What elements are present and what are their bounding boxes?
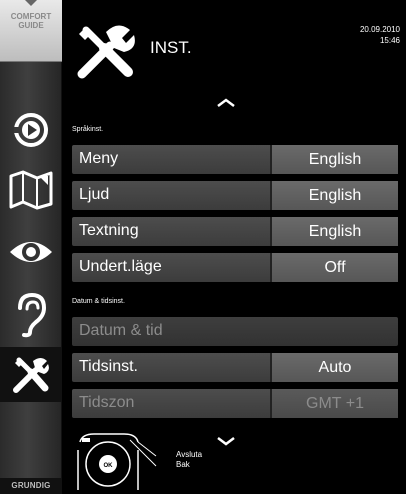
subtitle-language-row[interactable]: Textning English	[72, 217, 398, 246]
brand-logo: GRUNDIG	[0, 478, 62, 494]
tools-icon[interactable]	[0, 345, 62, 405]
hint-back: Bak	[176, 460, 190, 469]
row-label: Undert.läge	[79, 258, 162, 275]
date-time-row[interactable]: Datum & tid	[72, 317, 398, 346]
row-value: GMT +1	[270, 389, 398, 418]
comfort-guide-tab[interactable]: COMFORT GUIDE	[0, 0, 62, 62]
scroll-down-icon[interactable]	[216, 433, 236, 451]
row-value: English	[270, 181, 398, 210]
datetime: 20.09.2010 15:46	[360, 24, 400, 46]
time-zone-row[interactable]: Tidszon GMT +1	[72, 389, 398, 418]
time-text: 15:46	[379, 36, 400, 45]
button-hints: Avsluta Bak	[176, 450, 202, 470]
row-label: Datum & tid	[79, 322, 163, 339]
row-label: Tidsinst.	[79, 358, 138, 375]
settings-tools-icon	[74, 22, 138, 85]
row-value: English	[270, 217, 398, 246]
ear-icon[interactable]	[0, 285, 62, 345]
time-setting-row[interactable]: Tidsinst. Auto	[72, 353, 398, 382]
main-panel: INST. 20.09.2010 15:46 Språkinst. Meny E…	[62, 0, 406, 494]
menu-language-row[interactable]: Meny English	[72, 145, 398, 174]
hint-exit: Avsluta	[176, 450, 203, 459]
sidebar: COMFORT GUIDE GRUNDIG	[0, 0, 62, 494]
row-value: Off	[270, 253, 398, 282]
audio-language-row[interactable]: Ljud English	[72, 181, 398, 210]
row-label: Ljud	[79, 186, 110, 203]
section-label-language: Språkinst.	[72, 126, 104, 133]
row-label: Textning	[79, 222, 139, 239]
comfort-guide-label-line1: COMFORT	[10, 12, 52, 21]
row-label: Tidszon	[79, 394, 135, 411]
header: INST. 20.09.2010 15:46	[62, 0, 406, 85]
row-value: English	[270, 145, 398, 174]
subtitle-mode-row[interactable]: Undert.läge Off	[72, 253, 398, 282]
scroll-up-icon[interactable]	[216, 95, 236, 113]
map-icon[interactable]	[0, 160, 62, 220]
playback-icon[interactable]	[0, 100, 62, 160]
section-label-datetime: Datum & tidsinst.	[72, 298, 125, 305]
date-text: 20.09.2010	[359, 25, 400, 34]
ok-button-label: OK	[104, 463, 114, 469]
eye-icon[interactable]	[0, 222, 62, 282]
comfort-guide-label-line2: GUIDE	[18, 21, 44, 30]
row-value: Auto	[270, 353, 398, 382]
page-title: INST.	[150, 38, 192, 57]
remote-control-icon: OK	[72, 430, 172, 494]
row-label: Meny	[79, 150, 119, 167]
